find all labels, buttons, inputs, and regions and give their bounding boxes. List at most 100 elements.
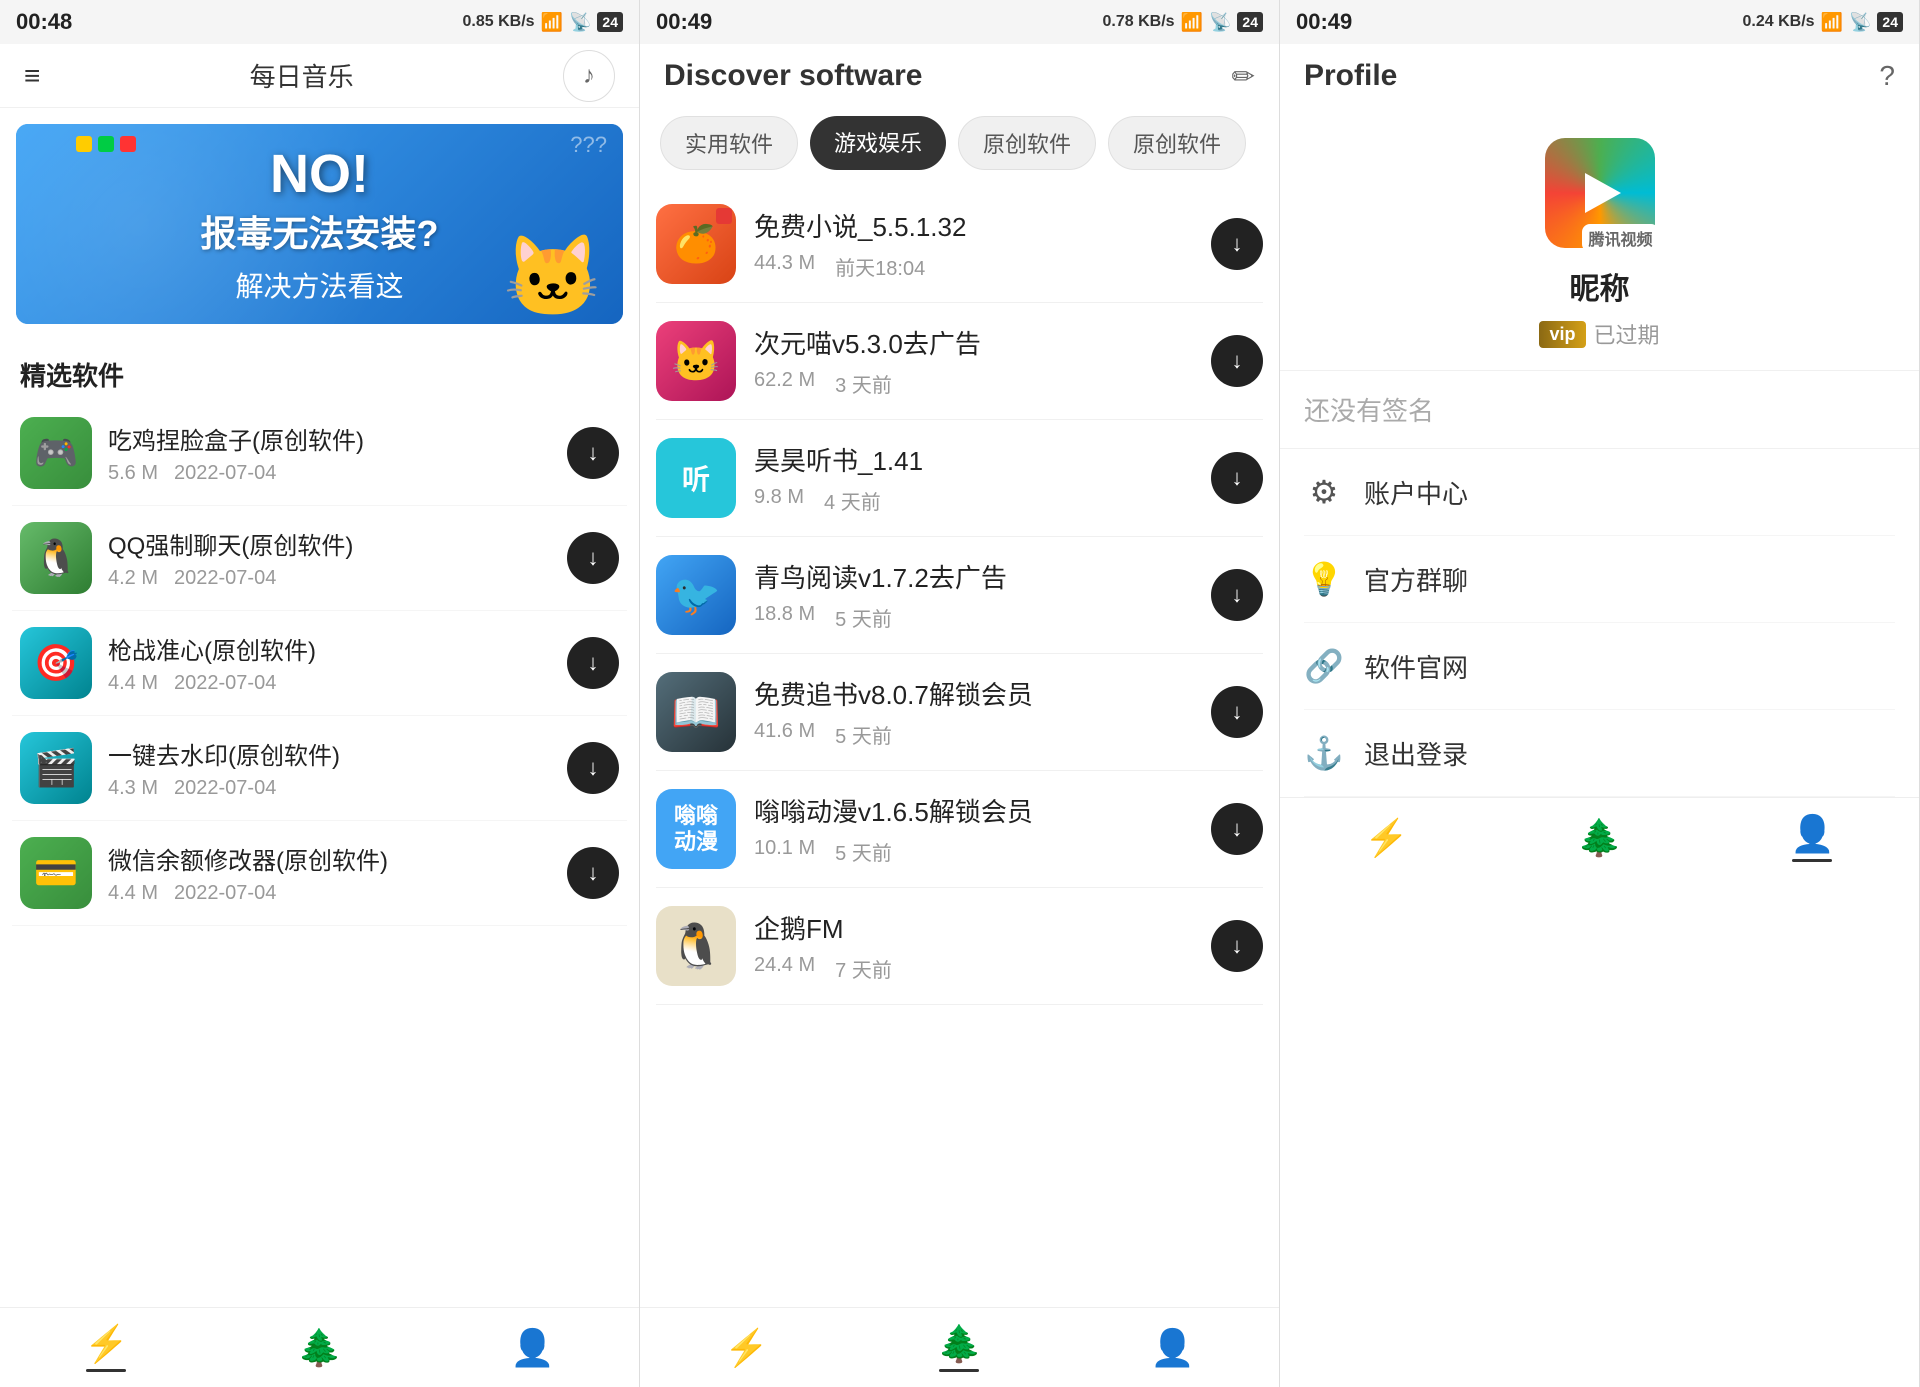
vip-badge: vip 已过期 — [1539, 318, 1659, 350]
list-item[interactable]: 🐦 青鸟阅读v1.7.2去广告 18.8 M 5 天前 ↓ — [656, 537, 1263, 654]
download-arrow-icon-4: ↓ — [588, 755, 599, 781]
discover-app-name-7: 企鹅FM — [754, 909, 1193, 946]
discover-download-btn-3[interactable]: ↓ — [1211, 452, 1263, 504]
nav-user-music[interactable]: 👤 — [490, 1319, 575, 1377]
discover-app-meta-1: 44.3 M 前天18:04 — [754, 252, 1193, 281]
section-title-featured: 精选软件 — [0, 340, 639, 401]
nav-flash-discover[interactable]: ⚡ — [704, 1319, 789, 1377]
list-item[interactable]: 🎯 枪战准心(原创软件) 4.4 M 2022-07-04 ↓ — [12, 611, 627, 716]
menu-item-logout[interactable]: ⚓ 退出登录 — [1304, 710, 1895, 797]
discover-app-info-2: 次元喵v5.3.0去广告 62.2 M 3 天前 — [754, 324, 1193, 398]
app-icon-2: 🐧 — [20, 522, 92, 594]
download-button-1[interactable]: ↓ — [567, 427, 619, 479]
status-time-discover: 00:49 — [656, 9, 712, 35]
discover-download-arrow-4: ↓ — [1232, 582, 1243, 608]
signal-icon-profile: 📡 — [1849, 12, 1871, 33]
group-chat-icon: 💡 — [1304, 560, 1344, 598]
list-item[interactable]: 听 昊昊听书_1.41 9.8 M 4 天前 ↓ — [656, 420, 1263, 537]
list-item[interactable]: 🍊 免费小说_5.5.1.32 44.3 M 前天18:04 ↓ — [656, 186, 1263, 303]
menu-item-website[interactable]: 🔗 软件官网 — [1304, 623, 1895, 710]
app-meta-4: 4.3 M 2022-07-04 — [108, 777, 551, 800]
discover-download-btn-7[interactable]: ↓ — [1211, 920, 1263, 972]
tab-chip-original-2[interactable]: 原创软件 — [1108, 116, 1246, 170]
signal-icon-discover: 📡 — [1209, 12, 1231, 33]
discover-download-arrow-7: ↓ — [1232, 933, 1243, 959]
battery-music: 24 — [597, 12, 623, 32]
tab-chip-games[interactable]: 游戏娱乐 — [810, 116, 946, 170]
list-item[interactable]: 🐧 QQ强制聊天(原创软件) 4.2 M 2022-07-04 ↓ — [12, 506, 627, 611]
edit-icon-discover[interactable]: ✏ — [1232, 60, 1255, 93]
banner-question-marks: ??? — [570, 132, 607, 158]
nav-flash-profile[interactable]: ⚡ — [1344, 809, 1429, 867]
download-button-3[interactable]: ↓ — [567, 637, 619, 689]
wifi-icon-profile: 📶 — [1821, 12, 1843, 33]
download-button-2[interactable]: ↓ — [567, 532, 619, 584]
menu-icon-music[interactable]: ≡ — [24, 60, 40, 92]
discover-app-size-2: 62.2 M — [754, 369, 815, 398]
nav-flash-music[interactable]: ⚡ — [64, 1315, 149, 1380]
banner-overlay: NO! 报毒无法安装? 解决方法看这 — [201, 143, 439, 305]
discover-download-btn-4[interactable]: ↓ — [1211, 569, 1263, 621]
download-arrow-icon-3: ↓ — [588, 650, 599, 676]
list-item[interactable]: 嗡嗡动漫 嗡嗡动漫v1.6.5解锁会员 10.1 M 5 天前 ↓ — [656, 771, 1263, 888]
app-icon-3: 🎯 — [20, 627, 92, 699]
tab-chip-practical[interactable]: 实用软件 — [660, 116, 798, 170]
discover-app-meta-7: 24.4 M 7 天前 — [754, 954, 1193, 983]
menu-item-group[interactable]: 💡 官方群聊 — [1304, 536, 1895, 623]
tab-chip-original-1[interactable]: 原创软件 — [958, 116, 1096, 170]
nav-user-discover[interactable]: 👤 — [1130, 1319, 1215, 1377]
app-name-5: 微信余额修改器(原创软件) — [108, 841, 551, 876]
help-icon-profile[interactable]: ? — [1879, 60, 1895, 92]
wifi-icon-discover: 📶 — [1181, 12, 1203, 33]
user-icon-profile: 👤 — [1790, 813, 1835, 855]
banner-sub-text: 解决方法看这 — [235, 265, 403, 305]
app-date-3: 2022-07-04 — [174, 672, 276, 695]
discover-app-meta-4: 18.8 M 5 天前 — [754, 603, 1193, 632]
wifi-icon-music: 📶 — [541, 12, 563, 33]
music-play-button[interactable]: ♪ — [563, 50, 615, 102]
app-size-5: 4.4 M — [108, 882, 158, 905]
menu-item-account[interactable]: ⚙ 账户中心 — [1304, 449, 1895, 536]
profile-nickname: 昵称 — [1570, 264, 1630, 308]
list-item[interactable]: 🐱 次元喵v5.3.0去广告 62.2 M 3 天前 ↓ — [656, 303, 1263, 420]
list-item[interactable]: 🐧 企鹅FM 24.4 M 7 天前 ↓ — [656, 888, 1263, 1005]
download-arrow-icon-2: ↓ — [588, 545, 599, 571]
app-date-1: 2022-07-04 — [174, 462, 276, 485]
profile-avatar-wrap: 腾讯视频 — [1545, 138, 1655, 248]
discover-app-info-4: 青鸟阅读v1.7.2去广告 18.8 M 5 天前 — [754, 558, 1193, 632]
nav-user-profile[interactable]: 👤 — [1770, 805, 1855, 870]
banner-no-text: NO! — [270, 143, 369, 205]
nav-tree-music[interactable]: 🌲 — [277, 1319, 362, 1377]
nav-tree-profile[interactable]: 🌲 — [1557, 809, 1642, 867]
discover-download-btn-1[interactable]: ↓ — [1211, 218, 1263, 270]
flash-icon-discover: ⚡ — [724, 1327, 769, 1369]
discover-app-info-5: 免费追书v8.0.7解锁会员 41.6 M 5 天前 — [754, 675, 1193, 749]
profile-section: 腾讯视频 昵称 vip 已过期 — [1280, 108, 1919, 371]
status-bar-discover: 00:49 0.78 KB/s 📶 📡 24 — [640, 0, 1279, 44]
status-time-profile: 00:49 — [1296, 9, 1352, 35]
website-icon: 🔗 — [1304, 647, 1344, 685]
app-date-2: 2022-07-04 — [174, 567, 276, 590]
banner-area[interactable]: NO! 报毒无法安装? 解决方法看这 🐱 ??? — [16, 124, 623, 324]
discover-download-btn-5[interactable]: ↓ — [1211, 686, 1263, 738]
discover-app-icon-4: 🐦 — [656, 555, 736, 635]
list-item[interactable]: 🎬 一键去水印(原创软件) 4.3 M 2022-07-04 ↓ — [12, 716, 627, 821]
discover-download-btn-2[interactable]: ↓ — [1211, 335, 1263, 387]
discover-download-btn-6[interactable]: ↓ — [1211, 803, 1263, 855]
download-button-5[interactable]: ↓ — [567, 847, 619, 899]
profile-title: Profile — [1304, 59, 1397, 93]
discover-app-date-7: 7 天前 — [835, 954, 892, 983]
list-item[interactable]: 📖 免费追书v8.0.7解锁会员 41.6 M 5 天前 ↓ — [656, 654, 1263, 771]
nav-tree-discover[interactable]: 🌲 — [917, 1315, 1002, 1380]
discover-top-bar: Discover software ✏ — [640, 44, 1279, 108]
app-name-3: 枪战准心(原创软件) — [108, 631, 551, 666]
bottom-nav-discover: ⚡ 🌲 👤 — [640, 1307, 1279, 1387]
user-icon-discover: 👤 — [1150, 1327, 1195, 1369]
discover-app-meta-2: 62.2 M 3 天前 — [754, 369, 1193, 398]
list-item[interactable]: 💳 微信余额修改器(原创软件) 4.4 M 2022-07-04 ↓ — [12, 821, 627, 926]
list-item[interactable]: 🎮 吃鸡捏脸盒子(原创软件) 5.6 M 2022-07-04 ↓ — [12, 401, 627, 506]
discover-app-date-5: 5 天前 — [835, 720, 892, 749]
download-button-4[interactable]: ↓ — [567, 742, 619, 794]
discover-app-meta-6: 10.1 M 5 天前 — [754, 837, 1193, 866]
app-icon-4: 🎬 — [20, 732, 92, 804]
